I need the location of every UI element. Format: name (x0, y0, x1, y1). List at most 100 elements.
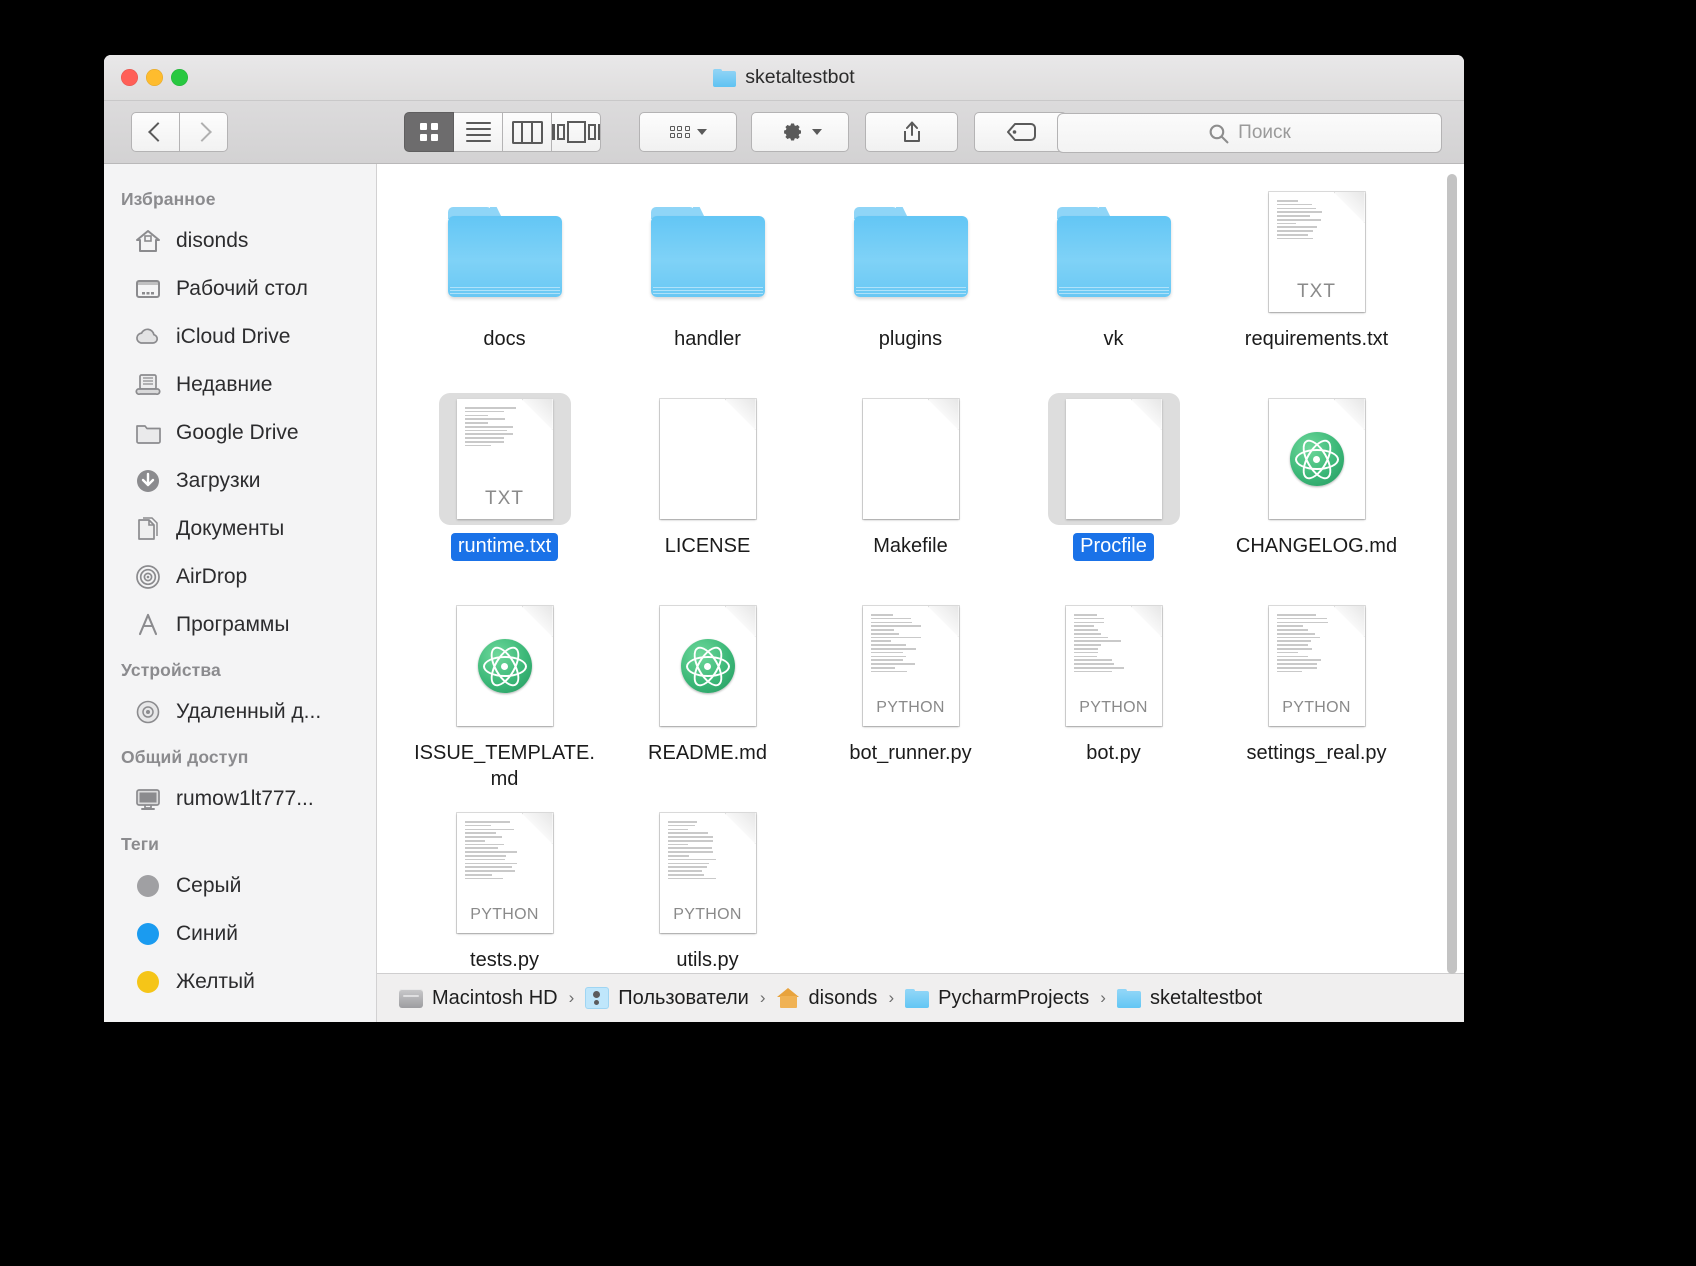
file-icon-thumbnail[interactable] (642, 600, 774, 732)
file-name-label[interactable]: settings_real.py (1239, 740, 1393, 768)
sidebar-item-серый[interactable]: Серый (104, 862, 376, 910)
sidebar-item-disonds[interactable]: disonds (104, 217, 376, 265)
home-icon (777, 988, 800, 1008)
file-item[interactable]: handler (606, 180, 809, 387)
sidebar-item-airdrop[interactable]: AirDrop (104, 553, 376, 601)
file-item[interactable]: PYTHON tests.py (403, 801, 606, 973)
list-view-button[interactable] (454, 112, 503, 152)
file-name-label[interactable]: tests.py (463, 947, 546, 973)
file-item[interactable]: ISSUE_TEMPLATE.md (403, 594, 606, 801)
file-name-label[interactable]: vk (1097, 326, 1131, 354)
file-name-label[interactable]: Makefile (866, 533, 954, 561)
file-icon-thumbnail[interactable] (1048, 186, 1180, 318)
file-name-label[interactable]: handler (667, 326, 748, 354)
sidebar-item-удаленный-д[interactable]: Удаленный д... (104, 688, 376, 736)
file-icon-thumbnail[interactable]: PYTHON (1251, 600, 1383, 732)
file-item[interactable]: PYTHON utils.py (606, 801, 809, 973)
file-name-label[interactable]: utils.py (669, 947, 745, 973)
file-icon-thumbnail[interactable] (642, 393, 774, 525)
file-item[interactable]: docs (403, 180, 606, 387)
file-name-label[interactable]: LICENSE (658, 533, 758, 561)
breadcrumb-item-disonds[interactable]: disonds (777, 987, 878, 1010)
file-item[interactable]: PYTHON bot.py (1012, 594, 1215, 801)
file-preview-lines (1277, 200, 1339, 239)
file-icon-thumbnail[interactable]: PYTHON (845, 600, 977, 732)
file-item[interactable]: TXT runtime.txt (403, 387, 606, 594)
file-icon-thumbnail[interactable]: PYTHON (642, 807, 774, 939)
share-button[interactable] (865, 112, 958, 152)
sidebar-item-программы[interactable]: Программы (104, 601, 376, 649)
sidebar-section-header: Устройства (104, 649, 376, 688)
sidebar-item-документы[interactable]: Документы (104, 505, 376, 553)
sidebar-item-желтый[interactable]: Желтый (104, 958, 376, 1006)
file-item[interactable]: CHANGELOG.md (1215, 387, 1418, 594)
folder-icon (651, 207, 765, 297)
sidebar-item-синий[interactable]: Синий (104, 910, 376, 958)
breadcrumb-item-pycharmprojects[interactable]: PycharmProjects (905, 987, 1089, 1010)
file-icon-thumbnail[interactable] (845, 393, 977, 525)
file-icon-thumbnail[interactable]: PYTHON (439, 807, 571, 939)
file-name-label[interactable]: runtime.txt (451, 533, 558, 561)
file-name-label[interactable]: bot_runner.py (842, 740, 978, 768)
airdrop-icon (134, 563, 162, 591)
icon-view-button[interactable] (404, 112, 454, 152)
action-menu-button[interactable] (751, 112, 849, 152)
sidebar-item-icloud-drive[interactable]: iCloud Drive (104, 313, 376, 361)
search-field[interactable]: Поиск (1057, 113, 1442, 153)
file-icon-thumbnail[interactable] (1251, 393, 1383, 525)
breadcrumb-item-sketaltestbot[interactable]: sketaltestbot (1117, 987, 1262, 1010)
harddisk-icon (399, 989, 423, 1008)
sidebar-item-недавние[interactable]: Недавние (104, 361, 376, 409)
column-view-button[interactable] (503, 112, 552, 152)
file-item[interactable]: LICENSE (606, 387, 809, 594)
file-browser-content: docs handler plugins vk TXT requirements.txt T… (377, 164, 1464, 1022)
file-item[interactable]: vk (1012, 180, 1215, 387)
breadcrumb: Macintosh HD › Пользователи › disonds › Pychar… (377, 973, 1464, 1022)
sidebar-item-label: Загрузки (176, 469, 261, 493)
back-button[interactable] (131, 112, 180, 152)
breadcrumb-item-macintosh-hd[interactable]: Macintosh HD (399, 987, 558, 1010)
file-icon-thumbnail[interactable] (1048, 393, 1180, 525)
file-item[interactable]: Makefile (809, 387, 1012, 594)
file-kind-badge: TXT (457, 488, 553, 510)
gallery-view-button[interactable] (552, 112, 601, 152)
file-item[interactable]: PYTHON bot_runner.py (809, 594, 1012, 801)
file-item[interactable]: TXT requirements.txt (1215, 180, 1418, 387)
file-icon-thumbnail[interactable]: TXT (1251, 186, 1383, 318)
file-item[interactable]: README.md (606, 594, 809, 801)
tag-dot-icon (137, 875, 159, 897)
breadcrumb-item-пользователи[interactable]: Пользователи (585, 987, 749, 1010)
file-name-label[interactable]: plugins (872, 326, 949, 354)
file-name-label[interactable]: README.md (641, 740, 774, 768)
tags-button[interactable] (974, 112, 1067, 152)
file-name-label[interactable]: ISSUE_TEMPLATE.md (403, 740, 606, 793)
file-name-label[interactable]: requirements.txt (1238, 326, 1395, 354)
file-name-label[interactable]: CHANGELOG.md (1229, 533, 1404, 561)
file-preview-lines (465, 407, 527, 446)
tag-dot-icon (134, 872, 162, 900)
file-name-label[interactable]: bot.py (1079, 740, 1147, 768)
sidebar-item-загрузки[interactable]: Загрузки (104, 457, 376, 505)
sidebar-item-рабочий-стол[interactable]: Рабочий стол (104, 265, 376, 313)
downloads-icon (134, 467, 162, 495)
sidebar-item-google-drive[interactable]: Google Drive (104, 409, 376, 457)
file-item[interactable]: plugins (809, 180, 1012, 387)
breadcrumb-label: Macintosh HD (432, 987, 558, 1010)
file-item[interactable]: Procfile (1012, 387, 1215, 594)
sidebar-item-label: Google Drive (176, 421, 299, 445)
file-item[interactable]: PYTHON settings_real.py (1215, 594, 1418, 801)
breadcrumb-label: Пользователи (618, 987, 749, 1010)
forward-button[interactable] (180, 112, 228, 152)
vertical-scrollbar[interactable] (1447, 174, 1457, 974)
arrange-by-button[interactable] (639, 112, 737, 152)
file-name-label[interactable]: docs (476, 326, 532, 354)
file-icon-thumbnail[interactable]: PYTHON (1048, 600, 1180, 732)
file-icon-thumbnail[interactable]: TXT (439, 393, 571, 525)
file-icon-thumbnail[interactable] (439, 600, 571, 732)
file-name-label[interactable]: Procfile (1073, 533, 1154, 561)
file-icon-thumbnail[interactable] (642, 186, 774, 318)
grid-icon (420, 123, 438, 141)
file-icon-thumbnail[interactable] (439, 186, 571, 318)
sidebar-item-rumow1lt777[interactable]: rumow1lt777... (104, 775, 376, 823)
file-icon-thumbnail[interactable] (845, 186, 977, 318)
